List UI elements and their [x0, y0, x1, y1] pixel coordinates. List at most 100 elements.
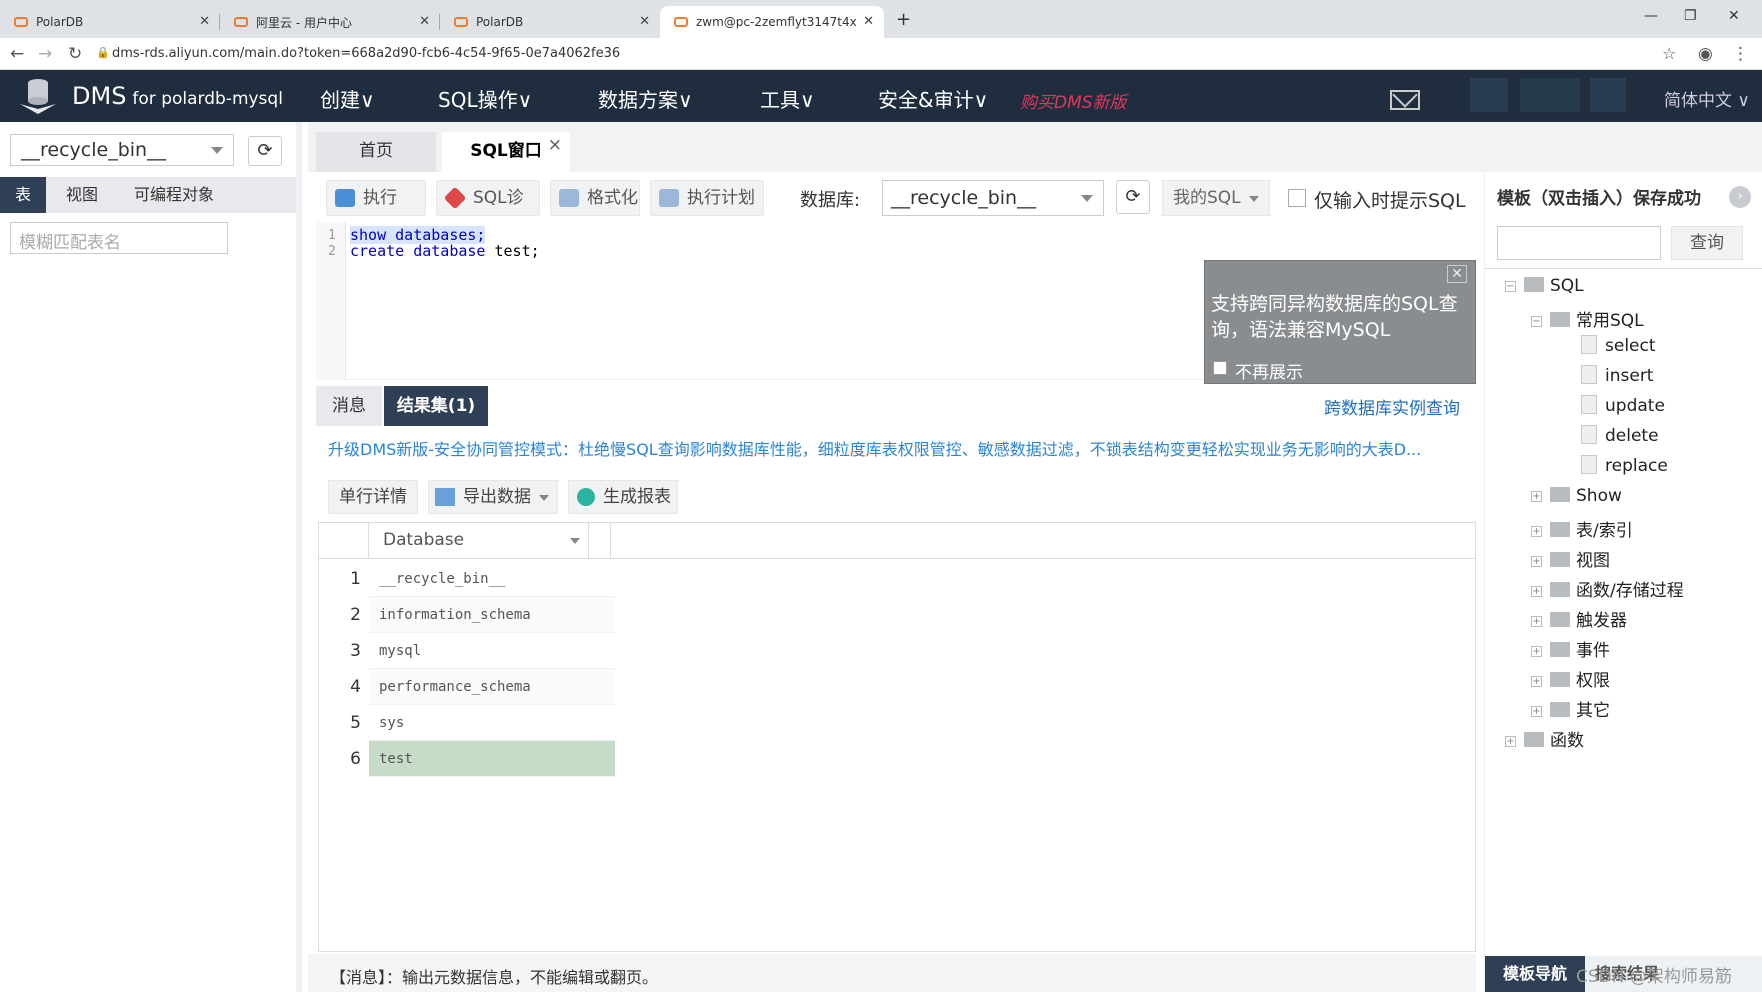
- expand-icon[interactable]: +: [1531, 705, 1542, 717]
- folder-icon: [1550, 671, 1570, 687]
- window-close-icon[interactable]: ✕: [1728, 8, 1740, 24]
- expand-icon[interactable]: +: [1505, 735, 1516, 747]
- close-icon[interactable]: ✕: [419, 14, 430, 29]
- collapse-icon[interactable]: −: [1505, 280, 1516, 292]
- collapse-arrow-icon[interactable]: ›: [1729, 186, 1751, 208]
- collapse-icon[interactable]: −: [1531, 315, 1542, 327]
- menu-create[interactable]: 创建∨: [320, 84, 375, 113]
- tree-node-other[interactable]: + 其它: [1531, 696, 1610, 722]
- browser-tab-polardb-1[interactable]: PolarDB ✕: [0, 6, 220, 38]
- tab-template-nav[interactable]: 模板导航: [1485, 956, 1585, 992]
- menu-sql-ops[interactable]: SQL操作∨: [438, 84, 532, 113]
- close-icon[interactable]: ✕: [639, 14, 650, 29]
- close-icon[interactable]: ✕: [863, 14, 874, 29]
- dont-show-checkbox[interactable]: [1213, 361, 1227, 375]
- tab-resultset[interactable]: 结果集(1): [384, 386, 488, 426]
- tree-node-table-index[interactable]: + 表/索引: [1531, 516, 1633, 542]
- restore-icon[interactable]: ❐: [1684, 8, 1697, 24]
- dms-logo-icon: [20, 79, 56, 114]
- tree-item-update[interactable]: update: [1581, 394, 1665, 422]
- new-tab-icon[interactable]: +: [896, 9, 911, 30]
- tree-item-select[interactable]: select: [1581, 334, 1656, 362]
- close-icon[interactable]: ×: [548, 126, 562, 164]
- forward-icon[interactable]: →: [38, 44, 52, 64]
- refresh-button-2[interactable]: ⟳: [1116, 180, 1150, 214]
- tab-home[interactable]: 首页: [316, 132, 436, 172]
- menu-tools[interactable]: 工具∨: [760, 84, 815, 113]
- tab-programmable[interactable]: 可编程对象: [118, 177, 230, 213]
- table-row[interactable]: 4 performance_schema: [319, 669, 615, 705]
- close-icon[interactable]: ✕: [199, 14, 210, 29]
- tree-item-replace[interactable]: replace: [1581, 454, 1668, 482]
- expand-icon[interactable]: +: [1531, 585, 1542, 597]
- code-line-2[interactable]: create database test;: [350, 242, 540, 260]
- tree-node-function[interactable]: + 函数: [1505, 726, 1584, 752]
- back-icon[interactable]: ←: [10, 44, 24, 64]
- reload-icon[interactable]: ↻: [68, 44, 82, 64]
- minimize-icon[interactable]: —: [1644, 8, 1658, 24]
- table-row[interactable]: 3 mysql: [319, 633, 615, 669]
- bookmark-star-icon[interactable]: ☆: [1662, 44, 1676, 63]
- account-icon[interactable]: ◉: [1698, 44, 1713, 64]
- tab-sql-window[interactable]: SQL窗口 ×: [442, 132, 570, 172]
- grid-header: Database: [319, 523, 1475, 559]
- tree-node-trigger[interactable]: + 触发器: [1531, 606, 1627, 632]
- browser-menu-icon[interactable]: ⋮: [1732, 44, 1749, 64]
- database-select-2[interactable]: __recycle_bin__: [882, 180, 1104, 216]
- mail-icon[interactable]: [1390, 90, 1420, 110]
- tree-node-event[interactable]: + 事件: [1531, 636, 1610, 662]
- browser-tab-dms-active[interactable]: zwm@pc-2zemflyt3147t4x5s.r ✕: [660, 6, 884, 38]
- refresh-button[interactable]: ⟳: [248, 136, 282, 166]
- tree-node-sql[interactable]: − SQL: [1505, 276, 1584, 302]
- my-sql-dropdown[interactable]: 我的SQL: [1162, 180, 1270, 216]
- browser-tab-polardb-2[interactable]: PolarDB ✕: [440, 6, 660, 38]
- expand-icon[interactable]: +: [1531, 645, 1542, 657]
- tab-messages[interactable]: 消息: [316, 386, 382, 426]
- tab-views[interactable]: 视图: [52, 177, 112, 213]
- tree-item-delete[interactable]: delete: [1581, 424, 1659, 452]
- tree-node-show[interactable]: + Show: [1531, 486, 1622, 512]
- database-select[interactable]: __recycle_bin__: [10, 134, 234, 166]
- menu-security-audit[interactable]: 安全&审计∨: [878, 84, 988, 113]
- execute-button[interactable]: 执行(F8): [326, 180, 426, 242]
- upgrade-banner[interactable]: 升级DMS新版-安全协同管控模式：杜绝慢SQL查询影响数据库性能，细粒度库表权限…: [328, 436, 1468, 460]
- url-field[interactable]: dms-rds.aliyun.com/main.do?token=668a2d9…: [112, 46, 620, 61]
- table-row-selected[interactable]: 6 test: [319, 741, 615, 777]
- tab-tables[interactable]: 表: [0, 177, 46, 213]
- tree-node-view[interactable]: + 视图: [1531, 546, 1610, 572]
- browser-tab-user-center[interactable]: 阿里云 - 用户中心 ✕: [220, 6, 440, 38]
- tree-node-privilege[interactable]: + 权限: [1531, 666, 1610, 692]
- expand-icon[interactable]: +: [1531, 525, 1542, 537]
- tree-node-common-sql[interactable]: − 常用SQL: [1531, 306, 1644, 332]
- buy-new-version-link[interactable]: 购买DMS新版: [1020, 88, 1127, 113]
- expand-icon[interactable]: +: [1531, 675, 1542, 687]
- format-button[interactable]: 格式化: [550, 180, 640, 216]
- chevron-down-icon[interactable]: [570, 538, 580, 544]
- expand-icon[interactable]: +: [1531, 615, 1542, 627]
- table-row[interactable]: 5 sys: [319, 705, 615, 741]
- template-query-button[interactable]: 查询: [1671, 226, 1743, 260]
- explain-plan-button[interactable]: 执行计划: [650, 180, 764, 216]
- cross-db-query-link[interactable]: 跨数据库实例查询: [1324, 394, 1460, 419]
- expand-icon[interactable]: +: [1531, 490, 1542, 502]
- generate-report-button[interactable]: 生成报表: [568, 480, 678, 514]
- table-row[interactable]: 2 information_schema: [319, 597, 615, 633]
- export-data-button[interactable]: 导出数据: [428, 480, 558, 514]
- row-detail-button[interactable]: 单行详情: [328, 480, 418, 514]
- tree-item-insert[interactable]: insert: [1581, 364, 1653, 392]
- column-header-database[interactable]: Database: [369, 523, 589, 559]
- object-tabs: 表 视图 可编程对象: [0, 177, 296, 213]
- table-filter-input[interactable]: 模糊匹配表名: [10, 222, 228, 254]
- hint-only-label: 仅输入时提示SQL: [1314, 190, 1466, 212]
- sql-diagnose-button[interactable]: SQL诊断: [436, 180, 540, 242]
- template-search-input[interactable]: [1497, 226, 1661, 260]
- expand-icon[interactable]: +: [1531, 555, 1542, 567]
- tree-node-function-procedure[interactable]: + 函数/存储过程: [1531, 576, 1684, 602]
- grid-header-spacer: [589, 523, 611, 559]
- hint-only-checkbox[interactable]: [1288, 189, 1306, 207]
- menu-data-plan[interactable]: 数据方案∨: [598, 84, 693, 113]
- header-avatar: [1470, 78, 1508, 112]
- language-selector[interactable]: 简体中文 ∨: [1664, 86, 1750, 111]
- table-row[interactable]: 1 __recycle_bin__: [319, 561, 615, 597]
- close-icon[interactable]: ✕: [1447, 265, 1467, 283]
